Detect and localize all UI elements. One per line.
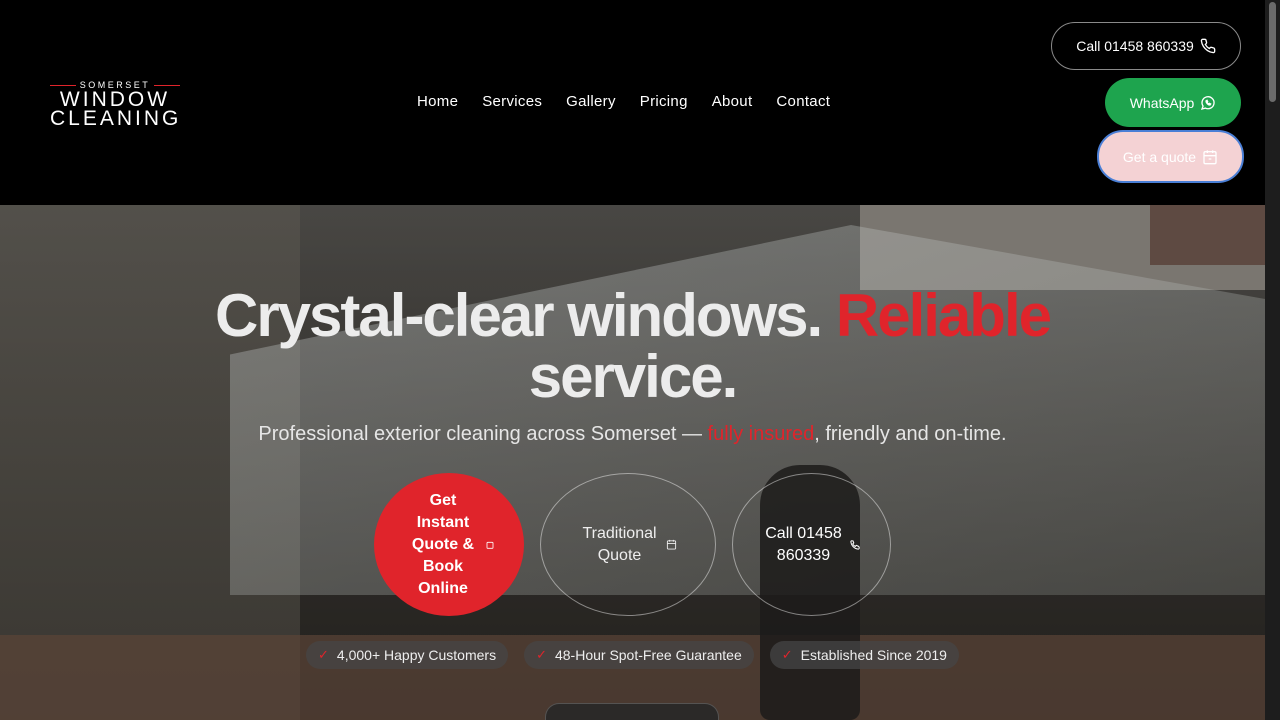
whatsapp-icon (1200, 95, 1216, 111)
instant-quote-button[interactable]: Get Instant Quote & Book Online (374, 473, 524, 616)
header-whatsapp-label: WhatsApp (1129, 94, 1195, 111)
subheading-accent: fully insured (707, 423, 815, 445)
nav-pricing[interactable]: Pricing (640, 93, 688, 110)
main-nav: Home Services Gallery Pricing About Cont… (417, 93, 830, 110)
logo-rule-right (154, 84, 180, 86)
site-logo[interactable]: SOMERSET WINDOW CLEANING (50, 80, 182, 130)
calendar-icon (1202, 149, 1218, 165)
check-icon: ✓ (536, 647, 547, 662)
calendar-icon (666, 539, 677, 550)
header-quote-button[interactable]: Get a quote (1097, 130, 1244, 183)
headline-accent: Reliable (835, 282, 1052, 349)
check-icon: ✓ (318, 647, 329, 662)
traditional-quote-button[interactable]: Traditional Quote (540, 473, 716, 616)
hero-photo-roof (1150, 205, 1265, 265)
nav-services[interactable]: Services (482, 93, 542, 110)
floating-toolbar[interactable] (545, 703, 719, 720)
badge-established: ✓ Established Since 2019 (769, 641, 959, 669)
nav-home[interactable]: Home (417, 93, 458, 110)
hero-headline: Crystal-clear windows. Reliable service. (0, 285, 1265, 407)
trust-badges: ✓ 4,000+ Happy Customers ✓ 48-Hour Spot-… (0, 641, 1265, 669)
nav-gallery[interactable]: Gallery (566, 93, 616, 110)
logo-rule-left (50, 84, 76, 86)
logo-line-2: CLEANING (50, 107, 182, 130)
badge-guarantee: ✓ 48-Hour Spot-Free Guarantee (524, 641, 754, 669)
badge-guarantee-label: 48-Hour Spot-Free Guarantee (554, 647, 742, 663)
instant-quote-label: Get Instant Quote & Book Online (411, 491, 475, 597)
check-icon: ✓ (781, 647, 793, 662)
hero-call-button[interactable]: Call 01458 860339 (732, 473, 891, 616)
header-quote-label: Get a quote (1122, 148, 1197, 165)
traditional-quote-label: Traditional Quote (582, 524, 657, 564)
badge-customers-label: 4,000+ Happy Customers (336, 647, 497, 663)
subheading-part-2: , friendly and on-time. (814, 423, 1007, 445)
headline-part-2: service. (528, 343, 739, 410)
badge-customers: ✓ 4,000+ Happy Customers (306, 641, 509, 669)
phone-icon (850, 539, 860, 550)
phone-icon (1200, 38, 1216, 54)
header-call-label: Call 01458 860339 (1076, 38, 1194, 54)
page-scrollbar[interactable] (1265, 0, 1280, 720)
badge-established-label: Established Since 2019 (800, 647, 947, 663)
header-whatsapp-button[interactable]: WhatsApp (1105, 78, 1241, 127)
hero-call-label: Call 01458 860339 (765, 524, 842, 564)
calendar-icon (486, 541, 494, 549)
site-header: SOMERSET WINDOW CLEANING Home Services G… (0, 0, 1265, 205)
nav-about[interactable]: About (712, 93, 753, 110)
scrollbar-thumb[interactable] (1269, 2, 1276, 102)
nav-contact[interactable]: Contact (776, 93, 830, 110)
headline-part-1: Crystal-clear windows. (215, 282, 836, 349)
hero-subheading: Professional exterior cleaning across So… (0, 423, 1265, 446)
header-call-button[interactable]: Call 01458 860339 (1051, 22, 1241, 70)
subheading-part-1: Professional exterior cleaning across So… (258, 423, 708, 445)
hero-section: Crystal-clear windows. Reliable service.… (0, 205, 1265, 720)
